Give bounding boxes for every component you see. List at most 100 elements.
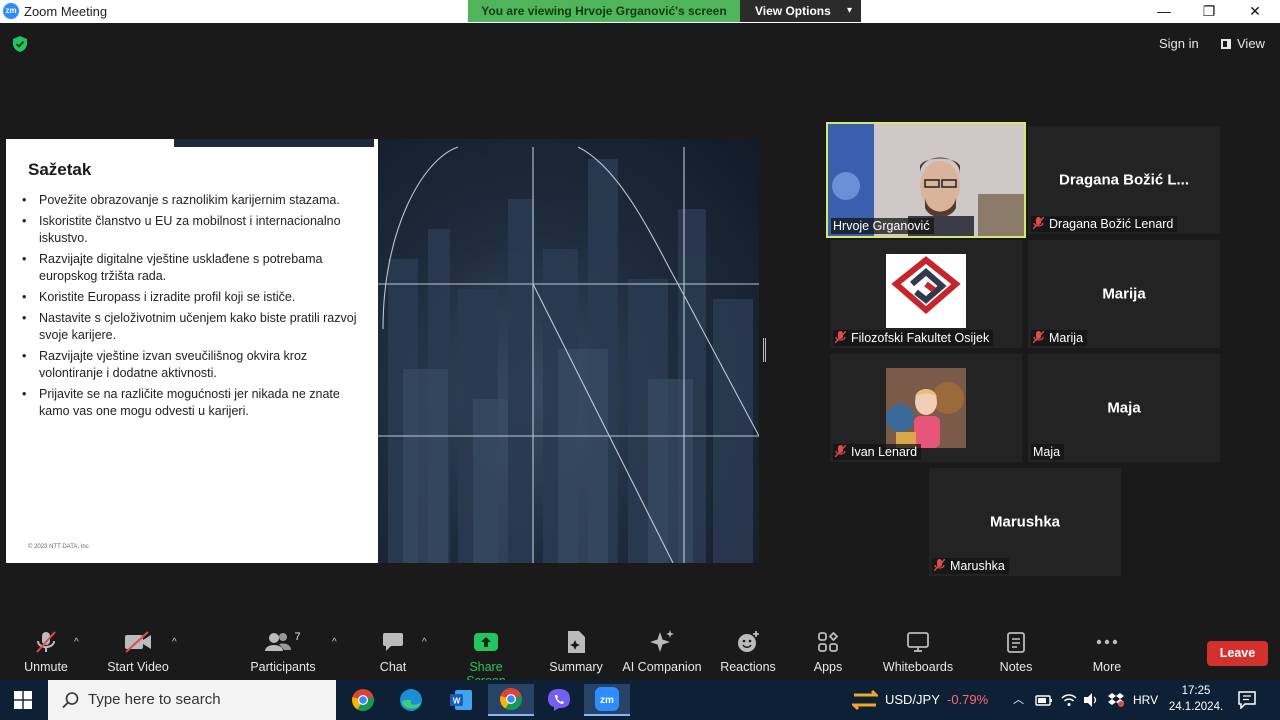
audio-options-caret[interactable]: ^ [74,637,79,648]
search-icon [62,692,79,709]
slide-bullet: Nastavite s cjeloživotnim učenjem kako b… [22,310,362,344]
participant-display-name: Maja [1107,399,1141,417]
split-view-drag-handle[interactable] [763,338,766,362]
participant-display-name: Marija [1102,285,1146,303]
chrome-icon[interactable] [340,684,386,716]
participant-name-label: Marushka [932,558,1009,574]
ticker-symbol[interactable]: USD/JPY [885,680,940,720]
summary-button[interactable]: Summary [546,625,606,674]
sign-in-link[interactable]: Sign in [1159,36,1199,51]
dropbox-icon[interactable] [1107,692,1125,708]
zoom-app-icon: zm [3,3,19,19]
taskbar-clock[interactable]: 17:25 24.1.2024. [1164,683,1228,715]
participants-options-caret[interactable]: ^ [332,637,337,648]
window-title: Zoom Meeting [24,4,108,19]
more-button[interactable]: More [1086,625,1128,674]
apps-icon [818,632,838,652]
chat-button[interactable]: Chat [370,625,416,674]
participant-display-name: Dragana Božić L... [1058,171,1190,189]
participant-tile[interactable]: Ivan Lenard [830,354,1022,462]
clock-date: 24.1.2024. [1168,701,1224,713]
notes-button[interactable]: Notes [994,625,1038,674]
muted-mic-icon [1033,217,1044,229]
view-options-button[interactable]: View Options ▾ [740,0,861,22]
edge-icon[interactable] [388,684,434,716]
chat-options-caret[interactable]: ^ [422,637,427,648]
apps-button[interactable]: Apps [806,625,850,674]
show-hidden-icons-chevron-icon[interactable]: ︿ [1013,680,1024,720]
participant-tile-self[interactable]: Hrvoje Grganović [826,122,1026,238]
participant-name-label: Ivan Lenard [833,444,922,460]
slide-bullet: Prijavite se na različite mogućnosti jer… [22,386,362,420]
security-shield-icon[interactable] [13,36,27,52]
muted-mic-icon [835,331,846,343]
windows-start-icon[interactable] [14,691,32,709]
skyline-overlay-graphic [378,146,759,563]
slide-copyright: © 2023 NTT DATA, Inc [28,544,89,550]
view-layout-icon [1221,39,1231,49]
participant-tile[interactable]: Maja Maja [1028,354,1220,462]
chrome-profile-icon[interactable] [488,684,534,716]
notes-label: Notes [999,660,1033,674]
participant-name-label: Filozofski Fakultet Osijek [833,330,994,346]
view-button[interactable]: View [1221,36,1265,51]
apps-label: Apps [813,660,843,674]
whiteboard-icon [907,632,929,652]
slide-bullet: Iskoristite članstvo u EU za mobilnost i… [22,213,362,247]
participants-button[interactable]: 7 Participants [248,625,318,674]
viewing-screen-banner: You are viewing Hrvoje Grganović's scree… [468,0,740,22]
video-camera-off-icon [125,631,151,653]
meeting-header: Sign in View [0,23,1280,63]
share-screen-button[interactable]: Share Screen [448,625,524,688]
view-options-label: View Options [755,4,831,18]
volume-icon[interactable] [1083,692,1099,708]
unmute-button[interactable]: Unmute [18,625,74,674]
muted-mic-icon [835,445,846,457]
zoom-icon[interactable]: zm [584,684,630,716]
chevron-down-icon: ▾ [846,5,852,16]
start-video-label: Start Video [107,660,169,674]
shared-screen-slide: Sažetak Povežite obrazovanje s raznoliki… [6,139,759,563]
minimize-button[interactable]: — [1141,0,1187,23]
restore-button[interactable]: ❐ [1186,0,1232,23]
stock-ticker-icon [852,689,878,711]
slide-bullet-list: Povežite obrazovanje s raznolikim karije… [22,192,362,424]
video-options-caret[interactable]: ^ [172,637,177,648]
view-label: View [1237,36,1265,51]
participant-tile[interactable]: Marushka Marushka [929,468,1121,576]
input-language-indicator[interactable]: HRV [1133,680,1158,720]
slide-bullet: Razvijajte vještine izvan sveučilišnog o… [22,348,362,382]
search-placeholder: Type here to search [88,691,221,708]
participant-tile[interactable]: Filozofski Fakultet Osijek [830,240,1022,348]
battery-icon[interactable] [1035,693,1053,707]
slide-accent-bar [174,139,374,147]
slide-bullet: Razvijajte digitalne vještine usklađene … [22,251,362,285]
participant-tile[interactable]: Marija Marija [1028,240,1220,348]
ai-companion-button[interactable]: AI Companion [620,625,704,674]
notification-center-icon[interactable] [1238,691,1256,709]
reactions-emoji-icon [738,631,759,652]
wifi-icon[interactable] [1061,692,1077,708]
participant-name-label: Dragana Božić Lenard [1031,216,1178,232]
taskbar-search-box[interactable]: Type here to search [48,680,336,720]
svg-text:W: W [453,697,461,706]
start-video-button[interactable]: Start Video [104,625,172,674]
participants-icon [265,633,292,651]
participants-count: 7 [294,631,301,643]
participant-name-label: Marija [1031,330,1088,346]
leave-button[interactable]: Leave [1207,641,1268,666]
chat-label: Chat [379,660,407,674]
more-label: More [1092,660,1122,674]
viber-icon[interactable] [536,684,582,716]
participants-label: Participants [250,660,316,674]
word-icon[interactable]: W [438,684,484,716]
participant-display-name: Marushka [989,513,1061,531]
close-button[interactable]: ✕ [1232,0,1278,23]
slide-bullet: Povežite obrazovanje s raznolikim karije… [22,192,362,209]
whiteboards-button[interactable]: Whiteboards [878,625,958,674]
participant-tile[interactable]: Dragana Božić L... Dragana Božić Lenard [1028,126,1220,234]
city-skyline-image [378,139,759,563]
slide-bullet: Koristite Europass i izradite profil koj… [22,289,362,306]
reactions-button[interactable]: Reactions [718,625,778,674]
ai-sparkle-icon [650,630,674,652]
